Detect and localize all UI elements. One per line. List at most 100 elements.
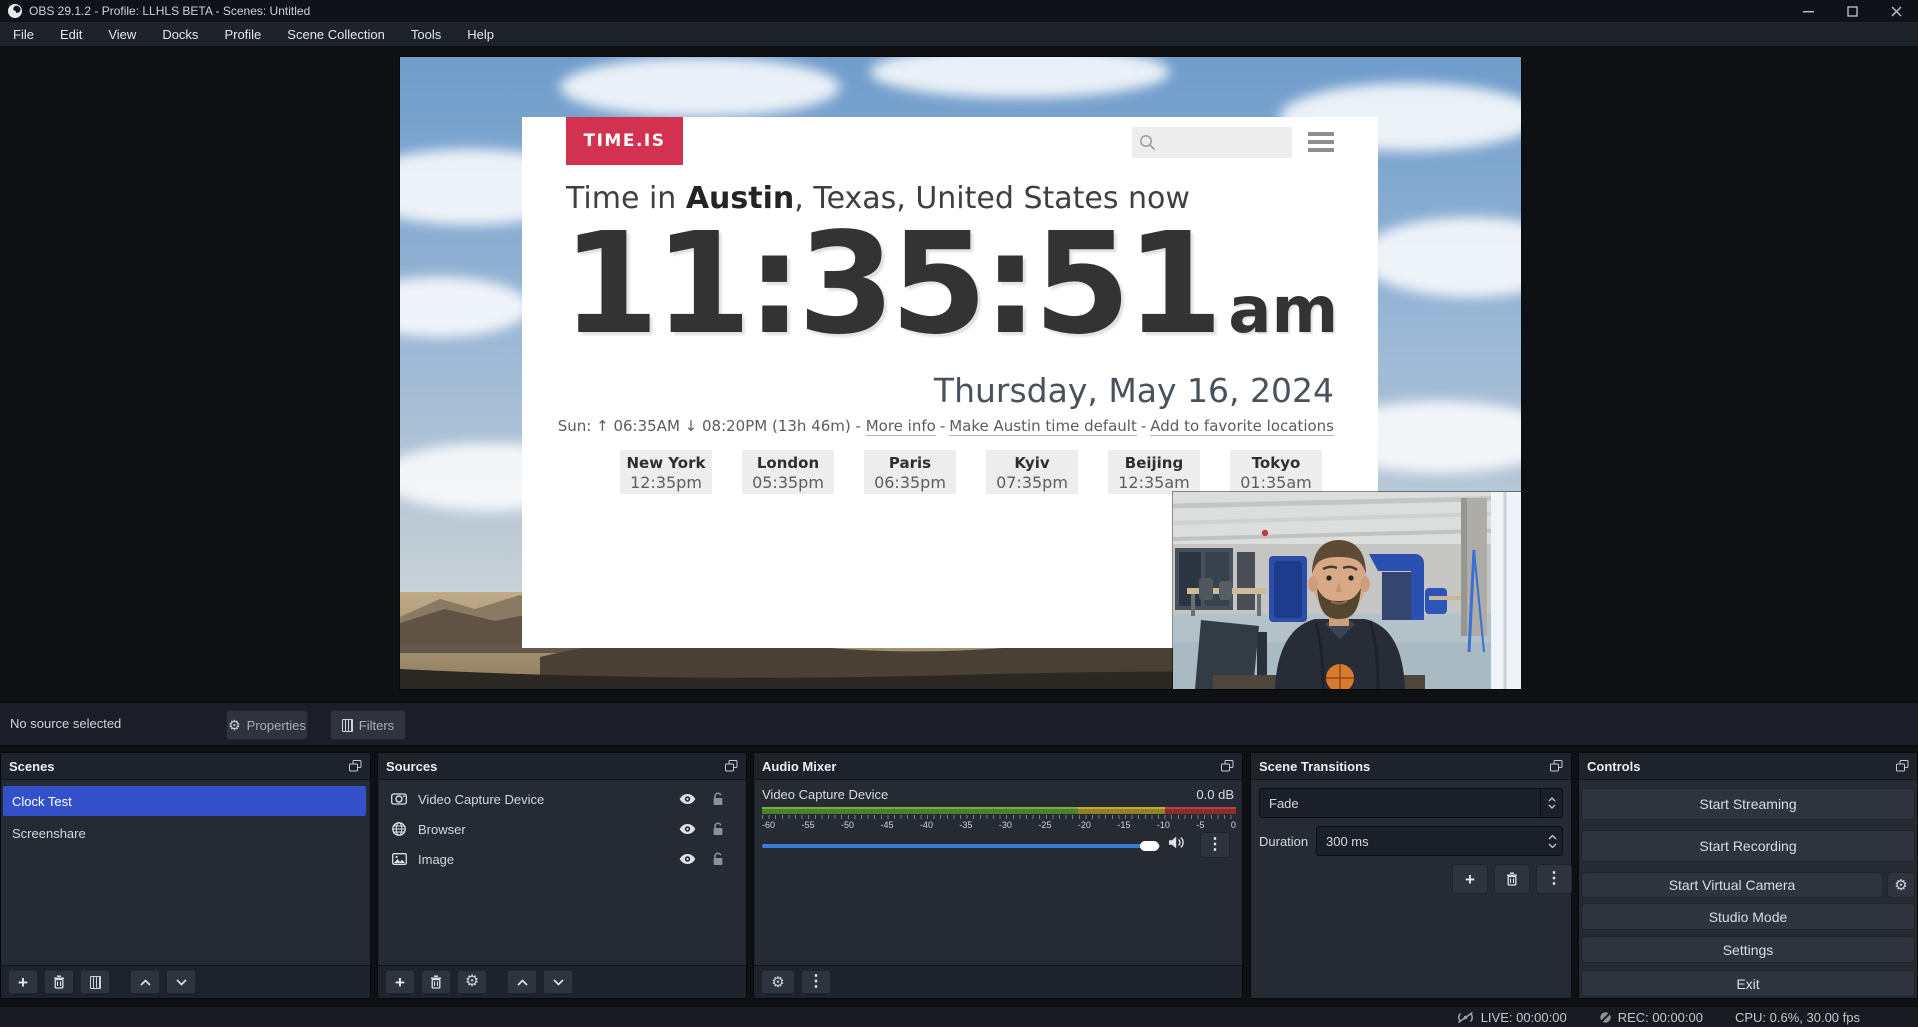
add-source-button[interactable]: + [385,970,415,994]
menu-view[interactable]: View [95,22,149,47]
sun-times: Sun: ↑ 06:35AM ↓ 08:20PM (13h 46m) - [558,417,861,435]
scene-item-screenshare[interactable]: Screenshare [3,818,366,848]
source-item-video-capture[interactable]: Video Capture Device [380,784,744,814]
world-clock-newyork: New York12:35pm [620,450,712,494]
remove-scene-button[interactable] [44,970,74,994]
source-context-bar: No source selected ⚙ Properties Filters [0,702,1918,746]
big-clock: 11:35:51 am [522,215,1378,355]
source-up-button[interactable] [507,970,537,994]
source-properties-button[interactable]: ⚙ [457,970,487,994]
lock-icon[interactable] [712,852,724,866]
meter-tick-ruler [762,815,1236,819]
start-virtual-camera-button[interactable]: Start Virtual Camera [1581,872,1883,898]
lock-icon[interactable] [712,792,724,806]
exit-button[interactable]: Exit [1581,970,1915,997]
sources-toolbar: + ⚙ [378,965,746,998]
date-line: Thursday, May 16, 2024 [558,371,1334,410]
filters-icon [90,976,101,989]
minimize-button[interactable] [1786,0,1830,22]
stream-inactive-icon [1456,1011,1475,1024]
scene-up-button[interactable] [130,970,160,994]
menu-profile[interactable]: Profile [211,22,274,47]
scene-filters-button[interactable] [80,970,110,994]
select-arrows [1540,789,1562,817]
menu-tools[interactable]: Tools [398,22,454,47]
close-button[interactable] [1874,0,1918,22]
camera-icon [390,793,408,805]
start-streaming-button[interactable]: Start Streaming [1581,788,1915,820]
remove-source-button[interactable] [421,970,451,994]
controls-body: Start Streaming Start Recording Start Vi… [1579,780,1917,998]
popout-icon[interactable] [725,760,738,772]
title-bar: OBS 29.1.2 - Profile: LLHLS BETA - Scene… [0,0,1918,22]
menu-help[interactable]: Help [454,22,507,47]
menu-docks[interactable]: Docks [149,22,211,47]
scene-down-button[interactable] [166,970,196,994]
visibility-eye-icon[interactable] [679,853,696,865]
preview-canvas[interactable]: TIME.IS Time in Austin, Texas, United St… [400,57,1521,689]
menu-edit[interactable]: Edit [47,22,95,47]
advanced-audio-button[interactable]: ⚙ [761,970,795,994]
gear-icon: ⚙ [465,974,479,990]
timeis-logo: TIME.IS [566,117,683,165]
audio-mixer-title: Audio Mixer [762,759,836,774]
popout-icon[interactable] [1221,760,1234,772]
properties-button[interactable]: ⚙ Properties [226,710,308,740]
menu-bar: File Edit View Docks Profile Scene Colle… [0,22,1918,47]
chevron-down-icon [1548,804,1556,809]
more-info-link: More info [866,417,936,436]
volume-slider-track[interactable] [762,844,1160,848]
transition-properties-button[interactable]: ⋮ [1536,864,1572,894]
remove-transition-button[interactable] [1494,864,1530,894]
filters-icon [342,719,353,732]
audio-mixer-header: Audio Mixer [754,753,1242,780]
maximize-button[interactable] [1830,0,1874,22]
lock-icon[interactable] [712,822,724,836]
mixer-channel-menu-button[interactable]: ⋮ [1200,832,1230,858]
settings-button[interactable]: Settings [1581,936,1915,963]
duration-spinner[interactable]: 300 ms [1316,826,1563,856]
gear-icon: ⚙ [228,718,241,732]
dots-vertical-icon: ⋮ [808,974,824,990]
sources-panel: Sources Video Capture Device B [377,752,747,999]
source-item-browser[interactable]: Browser [380,814,744,844]
dots-vertical-icon: ⋮ [1207,837,1223,853]
mixer-volume-db: 0.0 dB [1196,787,1234,802]
cpu-fps-stats: CPU: 0.6%, 30.00 fps [1735,1010,1860,1025]
filters-button[interactable]: Filters [330,710,406,740]
chevron-down-icon [553,979,564,986]
popout-icon[interactable] [1896,760,1909,772]
popout-icon[interactable] [349,760,362,772]
audio-mixer-panel: Audio Mixer Video Capture Device 0.0 dB … [753,752,1243,999]
popout-icon[interactable] [1550,760,1563,772]
add-scene-button[interactable]: + [8,970,38,994]
rec-status: REC: 00:00:00 [1599,1010,1703,1025]
menu-scene-collection[interactable]: Scene Collection [274,22,398,47]
controls-panel: Controls Start Streaming Start Recording… [1578,752,1918,999]
double-gear-icon: ⚙ [771,975,784,990]
source-down-button[interactable] [543,970,573,994]
source-item-image[interactable]: Image [380,844,744,874]
volume-slider-handle[interactable] [1140,841,1159,851]
start-recording-button[interactable]: Start Recording [1581,830,1915,862]
world-clock-london: London05:35pm [742,450,834,494]
search-input [1156,133,1276,153]
add-transition-button[interactable]: + [1452,864,1488,894]
chevron-down-icon [176,979,187,986]
controls-header: Controls [1579,753,1917,780]
visibility-eye-icon[interactable] [679,823,696,835]
sources-panel-header: Sources [378,753,746,780]
scene-item-clock-test[interactable]: Clock Test [3,786,366,816]
volume-slider[interactable] [762,841,1160,851]
volume-meter [762,807,1236,814]
menu-file[interactable]: File [0,22,47,47]
spinner-arrows[interactable] [1548,827,1557,855]
virtual-camera-config-button[interactable]: ⚙ [1887,872,1915,898]
transition-select[interactable]: Fade [1259,788,1563,818]
chevron-down-icon [1548,843,1557,848]
mixer-menu-button[interactable]: ⋮ [801,970,831,994]
studio-mode-button[interactable]: Studio Mode [1581,903,1915,930]
visibility-eye-icon[interactable] [679,793,696,805]
sources-title: Sources [386,759,437,774]
speaker-icon[interactable] [1169,836,1185,849]
